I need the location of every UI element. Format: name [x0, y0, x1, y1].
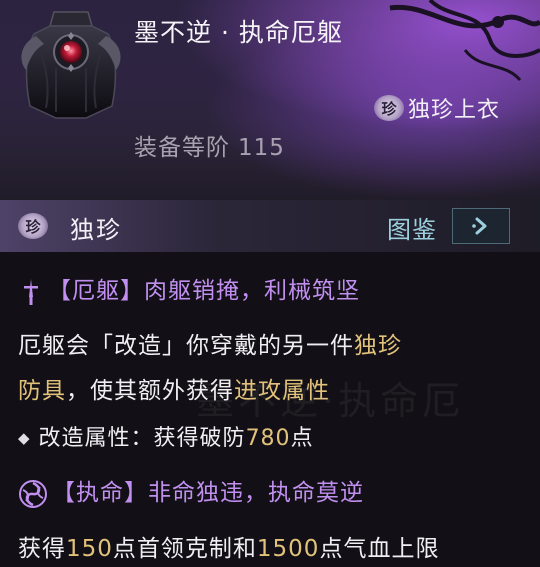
swirl-icon: [19, 479, 47, 508]
effect-1-bullet: ◆ 改造属性：获得破防780点: [18, 426, 314, 451]
effect-2-desc: 获得150点首领克制和1500点气血上限: [18, 536, 440, 562]
item-tooltip: 墨不逆 · 执命厄躯 珍 独珍上衣 装备等阶 115 珍 独珍 图鉴 墨不逆·执命…: [0, 0, 540, 567]
rank-label: 装备等阶: [134, 135, 230, 161]
ornament-decoration: [389, 0, 540, 82]
effects-panel: 墨不逆·执命厄 【厄躯】肉躯销掩，利械筑坚 厄躯会「改造」你穿戴的另一件独珍 防…: [0, 252, 540, 567]
codex-button[interactable]: [452, 208, 510, 244]
effect-2-title: 【执命】非命独违，执命莫逆: [18, 473, 364, 509]
quality-rarity-icon: 珍: [18, 213, 48, 239]
chevron-right-icon: [472, 217, 487, 235]
quality-bar: 珍 独珍 图鉴: [0, 200, 540, 252]
effect-1-desc-line-1: 厄躯会「改造」你穿戴的另一件独珍: [18, 333, 402, 359]
dagger-icon: [24, 278, 38, 305]
rank-value: 115: [238, 135, 285, 161]
treasure-rarity-icon: 珍: [374, 95, 404, 121]
diamond-bullet-icon: ◆: [18, 429, 31, 447]
item-header: 墨不逆 · 执命厄躯 珍 独珍上衣 装备等阶 115: [0, 0, 540, 200]
item-type-label: 独珍上衣: [408, 98, 501, 123]
item-type-badge: 珍 独珍上衣: [374, 92, 500, 124]
item-name: 墨不逆 · 执命厄躯: [134, 18, 343, 47]
effect-1-title: 【厄躯】肉躯销掩，利械筑坚: [18, 271, 360, 307]
quality-label: 独珍: [70, 216, 122, 244]
armor-item-icon: [21, 11, 121, 119]
equipment-rank: 装备等阶 115: [134, 128, 285, 162]
codex-label[interactable]: 图鉴: [387, 210, 437, 245]
effect-1-desc-line-2: 防具，使其额外获得进攻属性: [18, 378, 330, 404]
